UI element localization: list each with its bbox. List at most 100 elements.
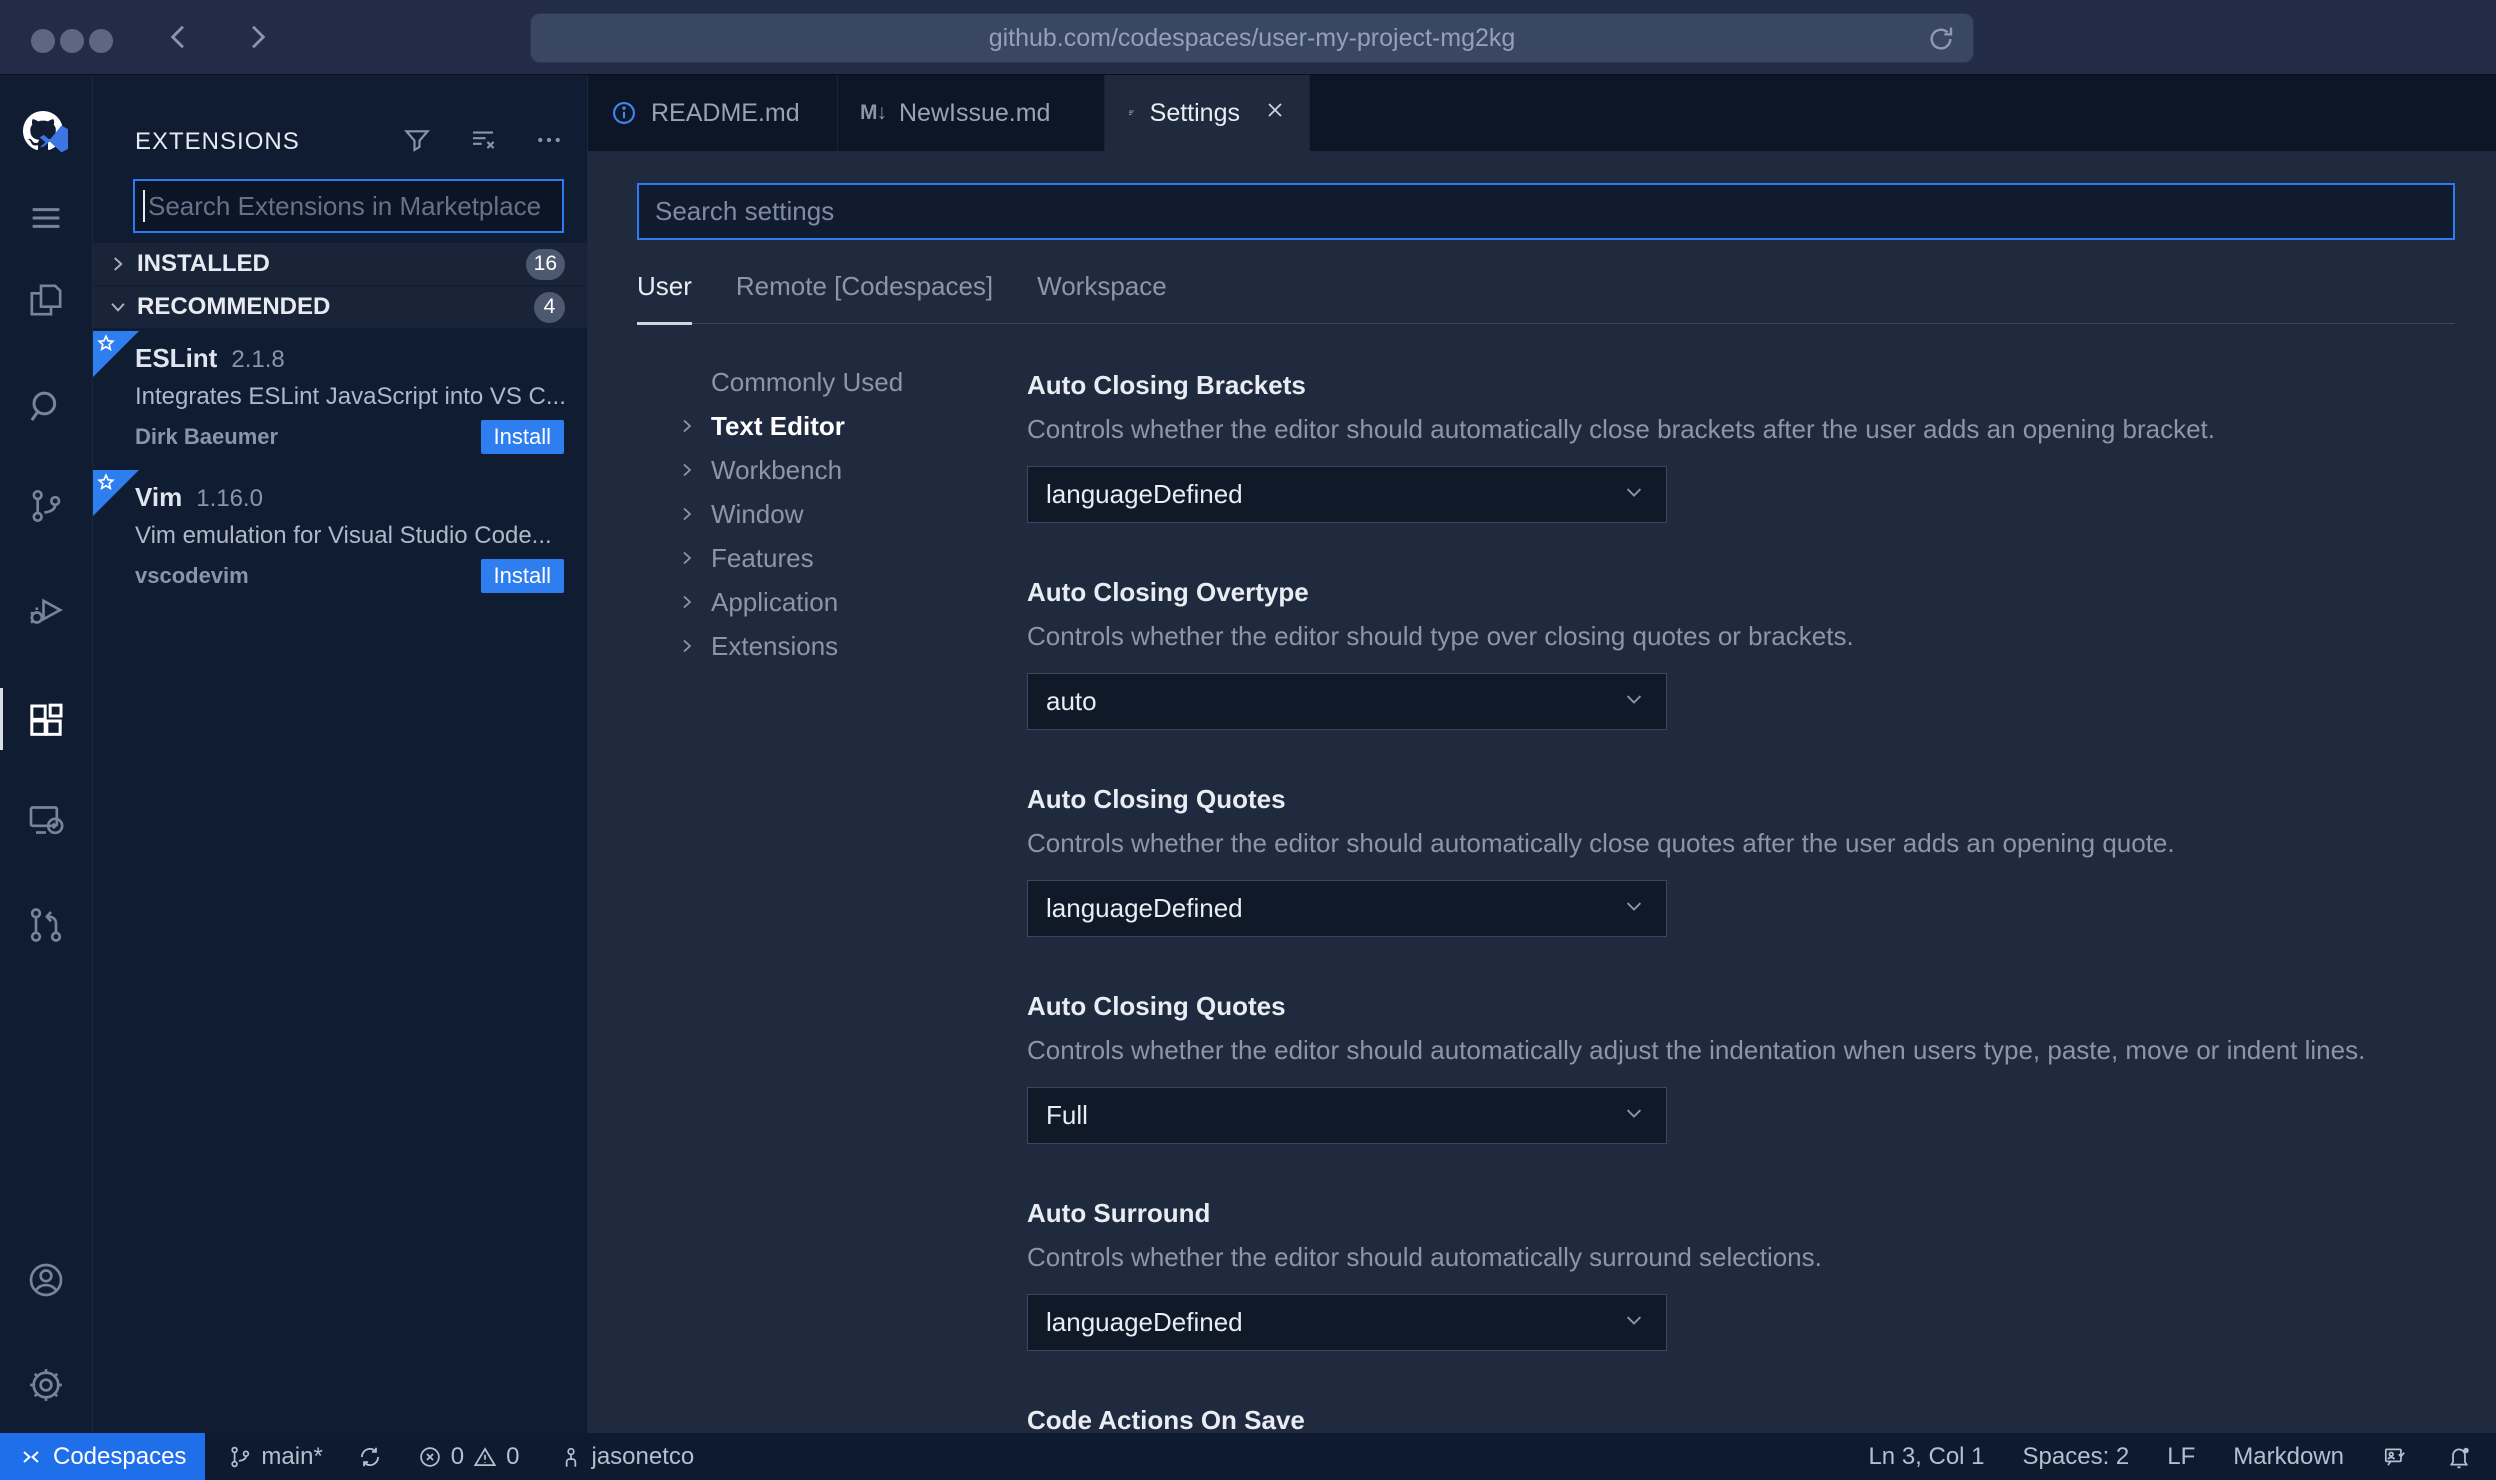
- extension-item-vim[interactable]: Vim 1.16.0 Vim emulation for Visual Stud…: [93, 468, 587, 607]
- toc-commonly-used[interactable]: Commonly Used: [675, 360, 1027, 404]
- toc-application[interactable]: Application: [675, 580, 1027, 624]
- search-icon[interactable]: [0, 383, 92, 429]
- setting-value-dropdown[interactable]: languageDefined: [1027, 466, 1667, 523]
- setting-title: Auto Closing Overtype: [1027, 577, 1309, 607]
- info-icon: [613, 102, 635, 124]
- setting-value-dropdown[interactable]: auto: [1027, 673, 1667, 730]
- user-label: jasonetco: [591, 1442, 695, 1470]
- setting-title: Auto Closing Quotes: [1027, 784, 1286, 814]
- problems-indicator[interactable]: 0 0: [417, 1443, 520, 1471]
- url-text: github.com/codespaces/user-my-project-mg…: [988, 23, 1516, 52]
- address-bar[interactable]: github.com/codespaces/user-my-project-mg…: [530, 13, 1974, 63]
- close-tab-icon[interactable]: [1263, 98, 1287, 129]
- indentation[interactable]: Spaces: 2: [2023, 1443, 2130, 1471]
- errors-count: 0: [450, 1442, 465, 1470]
- run-debug-icon[interactable]: [0, 587, 92, 633]
- markdown-icon: M↓: [860, 101, 887, 124]
- chevron-right-icon: [675, 414, 711, 438]
- clear-extension-search-icon[interactable]: [468, 125, 498, 160]
- extension-description: Integrates ESLint JavaScript into VS C..…: [135, 383, 564, 410]
- section-installed[interactable]: INSTALLED 16: [93, 243, 587, 286]
- install-button[interactable]: Install: [480, 559, 564, 593]
- scope-tab-remote[interactable]: Remote [Codespaces]: [736, 271, 993, 302]
- setting-value-dropdown[interactable]: languageDefined: [1027, 1294, 1667, 1351]
- toc-text-editor[interactable]: Text Editor: [675, 404, 1027, 448]
- setting-auto-closing-overtype: Auto Closing Overtype Controls whether t…: [1027, 577, 2455, 730]
- cursor-position[interactable]: Ln 3, Col 1: [1868, 1443, 1984, 1471]
- setting-auto-closing-quotes: Auto Closing Quotes Controls whether the…: [1027, 784, 2455, 937]
- language-mode[interactable]: Markdown: [2233, 1443, 2344, 1471]
- account-icon[interactable]: [0, 1257, 92, 1303]
- extensions-icon[interactable]: [0, 698, 92, 744]
- setting-value-dropdown[interactable]: Full: [1027, 1087, 1667, 1144]
- extension-item-eslint[interactable]: ESLint 2.1.8 Integrates ESLint JavaScrip…: [93, 329, 587, 468]
- browser-forward-icon[interactable]: [238, 18, 276, 61]
- active-view-indicator: [0, 688, 3, 750]
- menu-icon[interactable]: [0, 195, 92, 241]
- chevron-down-icon: [1620, 892, 1648, 925]
- tab-newissue[interactable]: M↓ NewIssue.md: [838, 75, 1105, 151]
- setting-value-dropdown[interactable]: languageDefined: [1027, 880, 1667, 937]
- chevron-down-icon: [1620, 685, 1648, 718]
- warnings-count: 0: [506, 1442, 520, 1470]
- chevron-right-icon: [675, 502, 711, 526]
- browser-window: github.com/codespaces/user-my-project-mg…: [0, 0, 2496, 1480]
- editor-group: README.md M↓ NewIssue.md Settings Search…: [588, 75, 2496, 1433]
- setting-description: Controls whether the editor should autom…: [1027, 414, 2216, 444]
- feedback-icon[interactable]: [2382, 1444, 2408, 1470]
- minimize-window-button[interactable]: [60, 29, 84, 53]
- tab-label: NewIssue.md: [899, 98, 1051, 127]
- zoom-window-button[interactable]: [89, 29, 113, 53]
- extensions-search-input[interactable]: Search Extensions in Marketplace: [133, 179, 564, 233]
- install-button[interactable]: Install: [480, 420, 564, 454]
- reload-icon[interactable]: [1925, 23, 1957, 60]
- scope-tab-workspace[interactable]: Workspace: [1037, 271, 1167, 302]
- close-window-button[interactable]: [31, 29, 55, 53]
- settings-gear-icon[interactable]: [0, 1362, 92, 1408]
- extension-name: ESLint: [135, 343, 218, 373]
- more-actions-icon[interactable]: [534, 125, 564, 160]
- notifications-bell-icon[interactable]: [2446, 1444, 2472, 1470]
- section-recommended[interactable]: RECOMMENDED 4: [93, 286, 587, 329]
- tab-label: Settings: [1149, 98, 1240, 127]
- remote-explorer-icon[interactable]: [0, 797, 92, 843]
- branch-indicator[interactable]: main*: [227, 1443, 323, 1471]
- extension-version: 2.1.8: [231, 346, 285, 373]
- toc-window[interactable]: Window: [675, 492, 1027, 536]
- chevron-down-icon: [1620, 1306, 1648, 1339]
- status-bar: Codespaces main* 0 0 jasonetco Ln 3, Col…: [0, 1433, 2496, 1480]
- sync-changes-button[interactable]: [357, 1444, 383, 1470]
- section-label: INSTALLED: [137, 250, 270, 277]
- filter-icon[interactable]: [402, 125, 432, 160]
- vscode-logo-icon: [39, 125, 68, 153]
- eol-sequence[interactable]: LF: [2167, 1443, 2195, 1471]
- remote-window-icon: [23, 1450, 39, 1463]
- setting-description: Controls whether the editor should autom…: [1027, 1035, 2366, 1065]
- setting-title: Auto Closing Brackets: [1027, 370, 1306, 400]
- remote-indicator[interactable]: Codespaces: [0, 1433, 206, 1480]
- chevron-right-icon: [114, 257, 123, 271]
- toc-workbench[interactable]: Workbench: [675, 448, 1027, 492]
- browser-back-icon[interactable]: [160, 18, 198, 61]
- user-indicator[interactable]: jasonetco: [558, 1442, 695, 1471]
- toc-features[interactable]: Features: [675, 536, 1027, 580]
- settings-search-input[interactable]: Search settings: [637, 183, 2455, 240]
- github-codespaces-logo: [0, 111, 92, 157]
- explorer-icon[interactable]: [0, 277, 92, 323]
- recommended-star-ribbon: [93, 470, 139, 516]
- extension-name: Vim: [135, 482, 183, 512]
- source-control-icon[interactable]: [0, 483, 92, 529]
- scope-tab-user[interactable]: User: [637, 271, 692, 325]
- window-controls[interactable]: [31, 29, 113, 53]
- tab-settings[interactable]: Settings: [1105, 75, 1310, 151]
- settings-scope-tabs: User Remote [Codespaces] Workspace: [637, 271, 2455, 325]
- setting-description: Controls whether the editor should type …: [1027, 621, 1854, 651]
- toc-extensions[interactable]: Extensions: [675, 624, 1027, 668]
- chevron-right-icon: [675, 546, 711, 570]
- sync-icon: [360, 1447, 379, 1466]
- chevron-down-icon: [1620, 1099, 1648, 1132]
- github-pull-requests-icon[interactable]: [0, 902, 92, 948]
- tab-readme[interactable]: README.md: [588, 75, 838, 151]
- extension-publisher: Dirk Baeumer: [135, 424, 279, 449]
- extensions-panel-title: EXTENSIONS: [135, 128, 300, 155]
